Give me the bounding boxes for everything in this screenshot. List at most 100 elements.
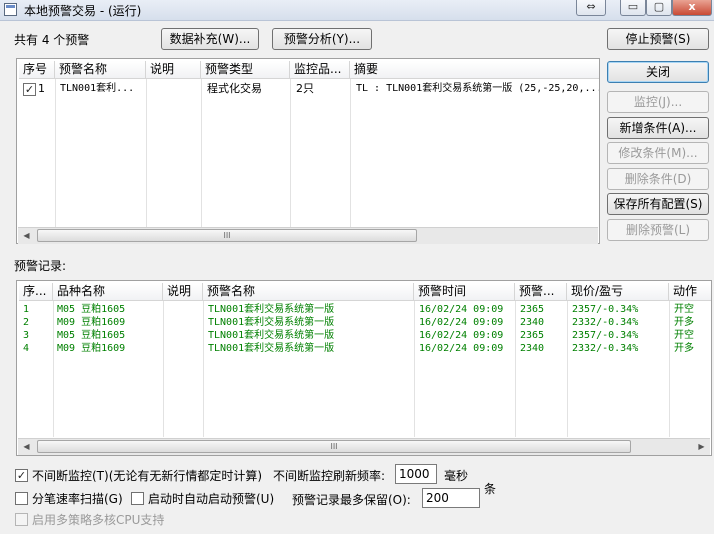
record-action: 开多 bbox=[674, 343, 694, 354]
alerts-table: 序号 预警名称 说明 预警类型 监控品... 摘要 ✓ 1 TLN001套利..… bbox=[16, 58, 600, 244]
max-records-input[interactable] bbox=[422, 488, 480, 508]
multi-cpu-checkbox[interactable] bbox=[15, 513, 28, 526]
col-header-index[interactable]: 序号 bbox=[19, 61, 55, 79]
col-header-action[interactable]: 动作 bbox=[669, 283, 711, 301]
record-alert-time: 16/02/24 09:09 bbox=[419, 330, 504, 341]
record-alert-price: 2340 bbox=[520, 343, 545, 354]
col-header-desc[interactable]: 说明 bbox=[163, 283, 203, 301]
record-current: 2357/-0.34% bbox=[572, 304, 639, 315]
grid-line bbox=[290, 79, 291, 229]
save-all-button[interactable]: 保存所有配置(S) bbox=[607, 193, 709, 215]
restore-icon[interactable]: ⇔ bbox=[576, 0, 606, 16]
alert-window: 本地预警交易 - (运行) ⇔ ▭ ▢ x 共有 4 个预警 数据补充(W)..… bbox=[0, 0, 714, 534]
max-records-unit: 条 bbox=[484, 482, 497, 496]
col-header-desc[interactable]: 说明 bbox=[146, 61, 201, 79]
delete-alert-button[interactable]: 删除预警(L) bbox=[607, 219, 709, 241]
maximize-icon[interactable]: ▢ bbox=[646, 0, 672, 16]
grid-line bbox=[350, 79, 351, 229]
records-table: 序... 品种名称 说明 预警名称 预警时间 预警... 现价/盈亏 动作 1 … bbox=[16, 280, 712, 456]
window-title: 本地预警交易 - (运行) bbox=[24, 4, 142, 18]
record-action: 开空 bbox=[674, 330, 694, 341]
record-alert-name: TLN001套利交易系统第一版 bbox=[208, 317, 335, 328]
refresh-rate-input[interactable] bbox=[395, 464, 437, 484]
record-index: 1 bbox=[23, 304, 30, 315]
monitor-button[interactable]: 监控(J)... bbox=[607, 91, 709, 113]
record-alert-name: TLN001套利交易系统第一版 bbox=[208, 343, 335, 354]
refresh-rate-label: 不间断监控刷新频率: bbox=[273, 469, 386, 483]
record-alert-price: 2365 bbox=[520, 304, 545, 315]
table-row[interactable]: 1 M05 豆粕1605 TLN001套利交易系统第一版 16/02/24 09… bbox=[19, 303, 711, 316]
record-alert-price: 2340 bbox=[520, 317, 545, 328]
grid-line bbox=[146, 79, 147, 229]
add-condition-button[interactable]: 新增条件(A)... bbox=[607, 117, 709, 139]
close-button[interactable]: 关闭 bbox=[607, 61, 709, 83]
record-product: M05 豆粕1605 bbox=[57, 330, 126, 341]
grid-line bbox=[201, 79, 202, 229]
col-header-type[interactable]: 预警类型 bbox=[201, 61, 290, 79]
modify-condition-button[interactable]: 修改条件(M)... bbox=[607, 142, 709, 164]
col-header-name[interactable]: 预警名称 bbox=[55, 61, 146, 79]
col-header-index[interactable]: 序... bbox=[19, 283, 53, 301]
close-icon[interactable]: x bbox=[672, 0, 712, 16]
refresh-rate-unit: 毫秒 bbox=[444, 469, 469, 483]
record-desc bbox=[167, 342, 203, 355]
tick-scan-label[interactable]: 分笔速率扫描(G) bbox=[32, 490, 123, 507]
table-row[interactable]: 3 M05 豆粕1605 TLN001套利交易系统第一版 16/02/24 09… bbox=[19, 329, 711, 342]
minimize-icon[interactable]: ▭ bbox=[620, 0, 646, 16]
record-alert-time: 16/02/24 09:09 bbox=[419, 304, 504, 315]
row-summary: TL : TLN001套利交易系统第一版 (25,-25,20,... bbox=[356, 83, 599, 94]
record-current: 2332/-0.34% bbox=[572, 317, 639, 328]
record-alert-time: 16/02/24 09:09 bbox=[419, 317, 504, 328]
records-hscrollbar[interactable]: ◀ III ▶ bbox=[18, 438, 710, 455]
alerts-hscrollbar[interactable]: ◀ III bbox=[18, 227, 598, 244]
record-product: M05 豆粕1605 bbox=[57, 304, 126, 315]
record-product: M09 豆粕1609 bbox=[57, 317, 126, 328]
tick-scan-checkbox[interactable] bbox=[15, 492, 28, 505]
records-label: 预警记录: bbox=[14, 259, 67, 273]
record-action: 开多 bbox=[674, 317, 694, 328]
col-header-product[interactable]: 品种名称 bbox=[53, 283, 163, 301]
alert-analysis-button[interactable]: 预警分析(Y)... bbox=[272, 28, 372, 50]
row-type: 程式化交易 bbox=[207, 82, 262, 95]
scroll-left-icon[interactable]: ◀ bbox=[18, 439, 35, 455]
table-row[interactable]: ✓ 1 TLN001套利... 程式化交易 2只 TL : TLN001套利交易… bbox=[19, 81, 599, 98]
scroll-thumb[interactable]: III bbox=[37, 229, 417, 242]
record-desc bbox=[167, 303, 203, 316]
continuous-monitor-checkbox[interactable]: ✓ bbox=[15, 469, 28, 482]
title-bar[interactable]: 本地预警交易 - (运行) ⇔ ▭ ▢ x bbox=[0, 0, 714, 21]
max-records-label: 预警记录最多保留(O): bbox=[292, 493, 411, 507]
col-header-current[interactable]: 现价/盈亏 bbox=[567, 283, 669, 301]
col-header-alert-time[interactable]: 预警时间 bbox=[414, 283, 515, 301]
col-header-monitor[interactable]: 监控品... bbox=[290, 61, 350, 79]
col-header-alert-name[interactable]: 预警名称 bbox=[203, 283, 414, 301]
window-app-icon bbox=[4, 3, 17, 16]
multi-cpu-label[interactable]: 启用多策略多核CPU支持 bbox=[32, 511, 164, 528]
col-header-alert-price[interactable]: 预警... bbox=[515, 283, 567, 301]
row-index: 1 bbox=[38, 82, 45, 95]
record-index: 4 bbox=[23, 343, 30, 354]
col-header-summary[interactable]: 摘要 bbox=[350, 61, 599, 79]
auto-start-label[interactable]: 启动时自动启动预警(U) bbox=[148, 490, 274, 507]
scroll-right-icon[interactable]: ▶ bbox=[693, 439, 710, 455]
scroll-thumb[interactable]: III bbox=[37, 440, 631, 453]
record-desc bbox=[167, 316, 203, 329]
record-desc bbox=[167, 329, 203, 342]
record-index: 2 bbox=[23, 317, 30, 328]
continuous-monitor-label[interactable]: 不间断监控(T)(无论有无新行情都定时计算) bbox=[32, 467, 262, 484]
row-desc bbox=[150, 81, 200, 97]
row-monitor: 2只 bbox=[296, 82, 314, 95]
row-checkbox[interactable]: ✓ bbox=[23, 83, 36, 96]
record-action: 开空 bbox=[674, 304, 694, 315]
record-alert-price: 2365 bbox=[520, 330, 545, 341]
table-row[interactable]: 4 M09 豆粕1609 TLN001套利交易系统第一版 16/02/24 09… bbox=[19, 342, 711, 355]
auto-start-checkbox[interactable] bbox=[131, 492, 144, 505]
scroll-left-icon[interactable]: ◀ bbox=[18, 228, 35, 244]
grid-line bbox=[55, 79, 56, 229]
table-row[interactable]: 2 M09 豆粕1609 TLN001套利交易系统第一版 16/02/24 09… bbox=[19, 316, 711, 329]
data-supplement-button[interactable]: 数据补充(W)... bbox=[161, 28, 259, 50]
record-current: 2332/-0.34% bbox=[572, 343, 639, 354]
record-product: M09 豆粕1609 bbox=[57, 343, 126, 354]
alert-count-label: 共有 4 个预警 bbox=[14, 33, 90, 47]
delete-condition-button[interactable]: 删除条件(D) bbox=[607, 168, 709, 190]
stop-alert-button[interactable]: 停止预警(S) bbox=[607, 28, 709, 50]
